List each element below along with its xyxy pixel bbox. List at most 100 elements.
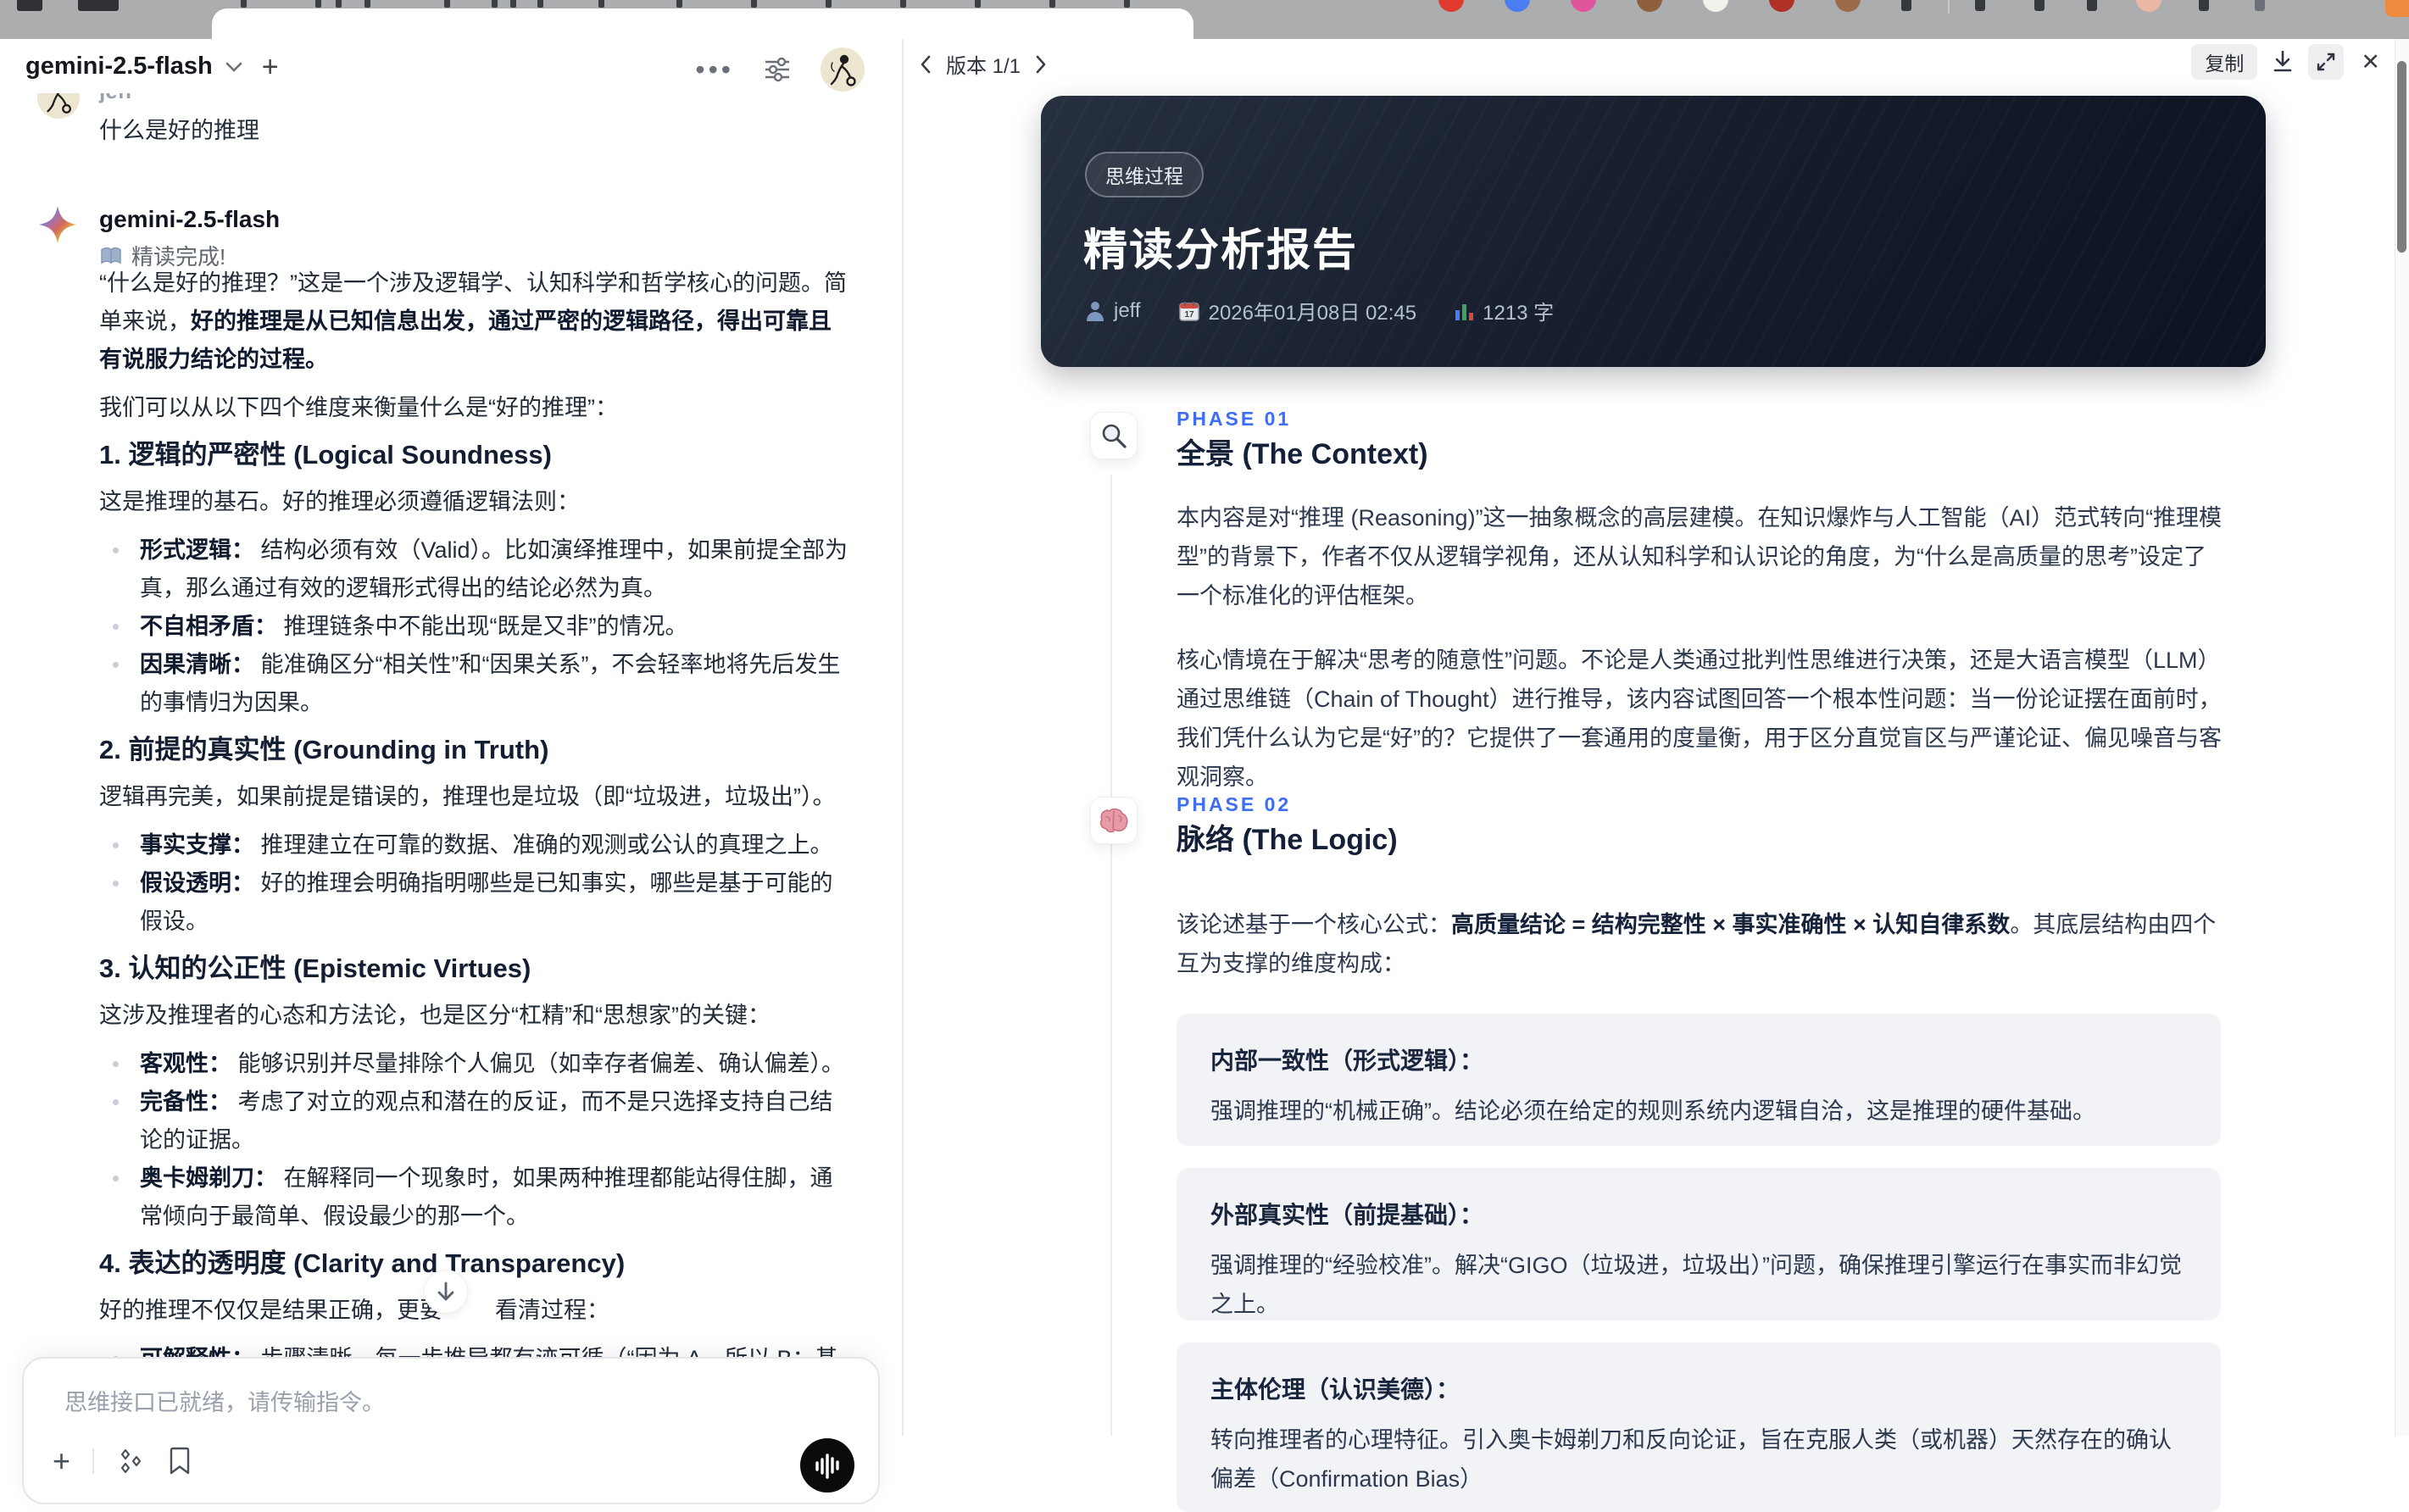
extension-icon[interactable]	[1571, 0, 1596, 12]
phase-section-2: PHASE 02 脉络 (The Logic) 该论述基于一个核心公式：高质量结论 …	[1177, 792, 2228, 1009]
url-text-fragment	[364, 0, 370, 8]
extension-icon[interactable]	[1703, 0, 1728, 12]
url-text-fragment	[826, 0, 832, 8]
book-icon	[101, 247, 121, 264]
voice-input-button[interactable]	[800, 1438, 854, 1493]
report-date: 17 2026年01月08日 02:45	[1178, 296, 1416, 325]
user-avatar[interactable]	[821, 47, 865, 92]
browser-chrome	[0, 0, 2409, 39]
close-icon[interactable]: ✕	[2357, 49, 2384, 75]
report-word-count: 1213 字	[1454, 296, 1554, 325]
phase-2-icon-box	[1090, 797, 1138, 844]
calendar-icon: 17	[1178, 301, 1199, 321]
extension-icon[interactable]	[1948, 0, 1950, 14]
assistant-heading: 4. 表达的透明度 (Clarity and Transparency)	[99, 1248, 626, 1278]
list-item: 客观性： 能够识别并尽量排除个人偏见（如幸存者偏差、确认偏差）。	[99, 1045, 849, 1083]
phase-section-1: PHASE 01 全景 (The Context) 本内容是对“推理 (Reason…	[1177, 407, 2228, 822]
assistant-bullet-list: 客观性： 能够识别并尽量排除个人偏见（如幸存者偏差、确认偏差）。 完备性： 考虑了…	[99, 1045, 849, 1236]
list-item: 完备性： 考虑了对立的观点和潜在的反证，而不是只选择支持自己结论的证据。	[99, 1083, 849, 1159]
corner-icon-fragment	[2385, 0, 2409, 17]
card-title: 主体伦理（认识美德）：	[1210, 1376, 1460, 1403]
extension-icon[interactable]	[1835, 0, 1861, 12]
toolbar-icon-fragment	[17, 0, 42, 11]
url-text-fragment	[336, 0, 342, 8]
url-text-fragment	[492, 0, 498, 8]
dimension-card: 主体伦理（认识美德）： 转向推理者的心理特征。引入奥卡姆剃刀和反向论证，旨在克服人…	[1177, 1342, 2221, 1512]
fullscreen-button[interactable]	[2308, 44, 2345, 80]
more-options-icon[interactable]: •••	[695, 51, 734, 88]
assistant-heading: 3. 认知的公正性 (Epistemic Virtues)	[99, 953, 531, 983]
arrow-down-icon	[437, 1281, 454, 1301]
browser-url-bar[interactable]	[212, 8, 1193, 39]
extension-icon[interactable]	[1438, 0, 1464, 12]
timeline-rail	[1110, 475, 1112, 1436]
chevron-down-icon[interactable]	[225, 61, 243, 73]
attach-plus-button[interactable]: +	[53, 1446, 70, 1476]
extension-icon[interactable]	[1769, 0, 1794, 12]
toolbar-icon-fragment	[78, 0, 119, 11]
card-title: 外部真实性（前提基础）：	[1210, 1202, 1484, 1228]
new-chat-button[interactable]: +	[262, 53, 279, 81]
assistant-paragraph: 好的推理不仅仅是结果正确，更要 看清过程：	[99, 1298, 609, 1323]
chevron-left-icon[interactable]	[919, 54, 932, 75]
extension-icon[interactable]	[1901, 0, 1911, 11]
copy-button[interactable]: 复制	[2191, 44, 2258, 80]
scrollbar-thumb[interactable]	[2397, 61, 2406, 253]
extension-icon[interactable]	[2136, 0, 2161, 12]
report-author: jeff	[1085, 299, 1141, 323]
list-item: 奥卡姆剃刀： 在解释同一个现象时，如果两种推理都能站得住脚，通常倾向于最简单、假…	[99, 1159, 849, 1236]
chat-header: gemini-2.5-flash + •••	[0, 39, 902, 93]
extension-icon[interactable]	[2087, 0, 2097, 11]
extension-icon[interactable]	[1505, 0, 1530, 12]
phase-label: PHASE 01	[1177, 408, 1292, 430]
list-item: 形式逻辑： 结构必须有效（Valid）。比如演绎推理中，如果前提全部为真，那么通…	[99, 531, 849, 608]
extension-icon[interactable]	[2199, 0, 2209, 11]
magnifier-icon	[1102, 424, 1127, 448]
phase-paragraph: 本内容是对“推理 (Reasoning)”这一抽象概念的高层建模。在知识爆炸与人…	[1177, 505, 2223, 609]
url-text-fragment	[510, 0, 516, 8]
app-window: gemini-2.5-flash + ••• 什么是好的推理 gemini-2.…	[0, 39, 2409, 1512]
version-label: 版本 1/1	[946, 55, 1021, 78]
phase-title: 脉络 (The Logic)	[1177, 824, 1398, 856]
assistant-heading: 1. 逻辑的严密性 (Logical Soundness)	[99, 440, 552, 470]
brain-icon	[1099, 808, 1128, 833]
phase-paragraph: 核心情境在于解决“思考的随意性”问题。不论是人类通过批判性思维进行决策，还是大语…	[1177, 648, 2222, 790]
scroll-to-bottom-button[interactable]	[424, 1270, 468, 1314]
gemini-logo-icon	[39, 206, 76, 243]
settings-sliders-icon[interactable]	[763, 55, 792, 84]
card-body: 转向推理者的心理特征。引入奥卡姆剃刀和反向论证，旨在克服人类（或机器）天然存在的…	[1210, 1427, 2172, 1492]
phase-1-icon-box	[1090, 412, 1138, 459]
assistant-paragraph: 逻辑再完美，如果前提是错误的，推理也是垃圾（即“垃圾进，垃圾出”）。	[99, 784, 836, 809]
download-icon[interactable]	[2271, 49, 2295, 75]
dimension-card: 内部一致性（形式逻辑）： 强调推理的“机械正确”。结论必须在给定的规则系统内逻辑自…	[1177, 1014, 2221, 1146]
chevron-right-icon[interactable]	[1034, 54, 1048, 75]
phase-paragraphs: 该论述基于一个核心公式：高质量结论 = 结构完整性 × 事实准确性 × 认知自律…	[1177, 905, 2228, 983]
model-title[interactable]: gemini-2.5-flash	[25, 53, 213, 81]
assistant-bullet-list: 事实支撑： 推理建立在可靠的数据、准确的观测或公认的真理之上。 假设透明： 好的推…	[99, 826, 849, 941]
ink-sketch-figure-icon	[830, 54, 856, 86]
extension-icon[interactable]	[1637, 0, 1662, 12]
phase-paragraphs: 本内容是对“推理 (Reasoning)”这一抽象概念的高层建模。在知识爆炸与人…	[1177, 498, 2228, 797]
svg-text:17: 17	[1184, 310, 1194, 320]
bookmark-icon[interactable]	[167, 1447, 192, 1476]
extension-icon[interactable]	[1975, 0, 1985, 11]
url-text-fragment	[315, 0, 321, 8]
assistant-paragraph: 这涉及推理者的心态和方法论，也是区分“杠精”和“思想家”的关键：	[99, 1003, 771, 1028]
url-text-fragment	[241, 0, 247, 8]
dimension-card: 外部真实性（前提基础）： 强调推理的“经验校准”。解决“GIGO（垃圾进，垃圾出）…	[1177, 1168, 2221, 1320]
assistant-message-body: “什么是好的推理？”这是一个涉及逻辑学、认知科学和哲学核心的问题。简单来说，好的…	[99, 264, 849, 1426]
extension-icon[interactable]	[2255, 0, 2265, 11]
list-item: 假设透明： 好的推理会明确指明哪些是已知事实，哪些是基于可能的假设。	[99, 864, 849, 941]
url-text-fragment	[1124, 0, 1130, 8]
sparkle-tools-icon[interactable]	[116, 1447, 145, 1476]
bar-chart-icon	[1455, 303, 1474, 320]
card-body: 强调推理的“机械正确”。结论必须在给定的规则系统内逻辑自洽，这是推理的硬件基础。	[1210, 1098, 2095, 1124]
url-text-fragment	[676, 0, 682, 8]
user-message: 什么是好的推理	[99, 118, 259, 143]
assistant-name: gemini-2.5-flash	[99, 206, 281, 232]
report-badge: 思维过程	[1085, 152, 1204, 197]
page-scrollbar[interactable]	[2395, 39, 2409, 1436]
extension-icon[interactable]	[2034, 0, 2045, 11]
list-item: 因果清晰： 能准确区分“相关性”和“因果关系”，不会轻率地将先后发生的事情归为因…	[99, 646, 849, 722]
chat-input-box[interactable]: 思维接口已就绪，请传输指令。 +	[22, 1357, 880, 1504]
